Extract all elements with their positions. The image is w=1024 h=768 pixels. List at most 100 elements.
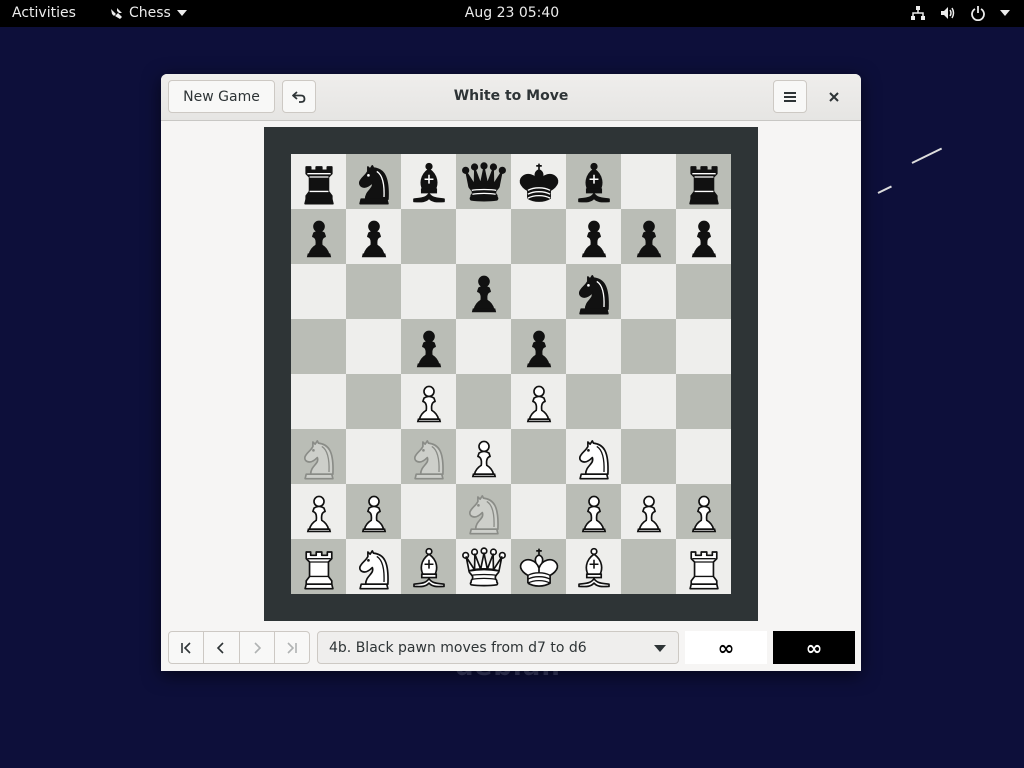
square-g2[interactable] xyxy=(621,484,676,539)
go-previous-button[interactable] xyxy=(204,632,240,663)
black-pawn-icon xyxy=(361,220,386,257)
white-pawn-icon xyxy=(691,495,716,532)
square-a8[interactable] xyxy=(291,154,346,209)
white-clock: ∞ xyxy=(685,631,767,664)
go-first-button[interactable] xyxy=(169,632,205,663)
square-f3[interactable] xyxy=(566,429,621,484)
square-g4[interactable] xyxy=(621,374,676,429)
square-e3[interactable] xyxy=(511,429,566,484)
square-c3[interactable] xyxy=(401,429,456,484)
square-f5[interactable] xyxy=(566,319,621,374)
square-b6[interactable] xyxy=(346,264,401,319)
square-g3[interactable] xyxy=(621,429,676,484)
square-a6[interactable] xyxy=(291,264,346,319)
square-c4[interactable] xyxy=(401,374,456,429)
square-d3[interactable] xyxy=(456,429,511,484)
white-knight-icon xyxy=(358,549,389,589)
menu-button[interactable] xyxy=(773,80,807,113)
square-c7[interactable] xyxy=(401,209,456,264)
square-g6[interactable] xyxy=(621,264,676,319)
square-d2[interactable] xyxy=(456,484,511,539)
white-rook-icon xyxy=(688,550,719,589)
square-d5[interactable] xyxy=(456,319,511,374)
square-g7[interactable] xyxy=(621,209,676,264)
square-d4[interactable] xyxy=(456,374,511,429)
clock-label[interactable]: Aug 23 05:40 xyxy=(465,5,559,21)
go-first-icon xyxy=(181,641,191,654)
square-a7[interactable] xyxy=(291,209,346,264)
white-pawn-icon xyxy=(526,385,551,422)
square-b1[interactable] xyxy=(346,539,401,594)
square-b8[interactable] xyxy=(346,154,401,209)
square-e4[interactable] xyxy=(511,374,566,429)
square-b4[interactable] xyxy=(346,374,401,429)
square-h8[interactable] xyxy=(676,154,731,209)
square-c8[interactable] xyxy=(401,154,456,209)
black-pawn-icon xyxy=(581,220,606,257)
square-g8[interactable] xyxy=(621,154,676,209)
square-g5[interactable] xyxy=(621,319,676,374)
square-e5[interactable] xyxy=(511,319,566,374)
chess-board-frame xyxy=(264,127,758,621)
square-d8[interactable] xyxy=(456,154,511,209)
go-last-button[interactable] xyxy=(275,632,309,663)
header-bar: New Game White to Move xyxy=(161,74,861,121)
square-h3[interactable] xyxy=(676,429,731,484)
square-b7[interactable] xyxy=(346,209,401,264)
black-rook-icon xyxy=(688,165,719,205)
app-menu[interactable]: Chess xyxy=(110,5,187,21)
square-c5[interactable] xyxy=(401,319,456,374)
activities-button[interactable]: Activities xyxy=(12,5,76,21)
square-g1[interactable] xyxy=(621,539,676,594)
square-h1[interactable] xyxy=(676,539,731,594)
square-b2[interactable] xyxy=(346,484,401,539)
square-f4[interactable] xyxy=(566,374,621,429)
chess-board[interactable] xyxy=(291,154,731,594)
square-b5[interactable] xyxy=(346,319,401,374)
black-pawn-icon xyxy=(691,220,716,257)
black-pawn-icon xyxy=(416,330,441,367)
go-next-button[interactable] xyxy=(240,632,275,663)
square-a1[interactable] xyxy=(291,539,346,594)
square-f7[interactable] xyxy=(566,209,621,264)
square-h5[interactable] xyxy=(676,319,731,374)
square-a3[interactable] xyxy=(291,429,346,484)
network-icon xyxy=(911,6,925,20)
square-a4[interactable] xyxy=(291,374,346,429)
square-d6[interactable] xyxy=(456,264,511,319)
square-f1[interactable] xyxy=(566,539,621,594)
square-d1[interactable] xyxy=(456,539,511,594)
square-c2[interactable] xyxy=(401,484,456,539)
move-history-combo[interactable]: 4b. Black pawn moves from d7 to d6 xyxy=(317,631,679,664)
square-a5[interactable] xyxy=(291,319,346,374)
square-h7[interactable] xyxy=(676,209,731,264)
black-rook-icon xyxy=(303,165,334,205)
chevron-down-icon xyxy=(1000,10,1010,16)
square-e1[interactable] xyxy=(511,539,566,594)
square-e6[interactable] xyxy=(511,264,566,319)
square-c1[interactable] xyxy=(401,539,456,594)
square-d7[interactable] xyxy=(456,209,511,264)
black-pawn-icon xyxy=(526,330,551,367)
system-menu[interactable] xyxy=(910,5,1010,21)
white-queen-icon xyxy=(461,546,506,586)
square-b3[interactable] xyxy=(346,429,401,484)
square-a2[interactable] xyxy=(291,484,346,539)
top-bar: Activities Chess Aug 23 05:40 xyxy=(0,0,1024,27)
square-e2[interactable] xyxy=(511,484,566,539)
square-f2[interactable] xyxy=(566,484,621,539)
black-bishop-icon xyxy=(412,162,445,202)
close-button[interactable] xyxy=(823,86,845,108)
white-pawn-icon xyxy=(471,440,496,477)
square-h4[interactable] xyxy=(676,374,731,429)
square-h2[interactable] xyxy=(676,484,731,539)
square-e7[interactable] xyxy=(511,209,566,264)
undo-button[interactable] xyxy=(282,80,316,113)
new-game-button[interactable]: New Game xyxy=(168,80,275,113)
white-pawn-icon xyxy=(416,385,441,422)
square-e8[interactable] xyxy=(511,154,566,209)
square-f6[interactable] xyxy=(566,264,621,319)
square-h6[interactable] xyxy=(676,264,731,319)
square-f8[interactable] xyxy=(566,154,621,209)
square-c6[interactable] xyxy=(401,264,456,319)
